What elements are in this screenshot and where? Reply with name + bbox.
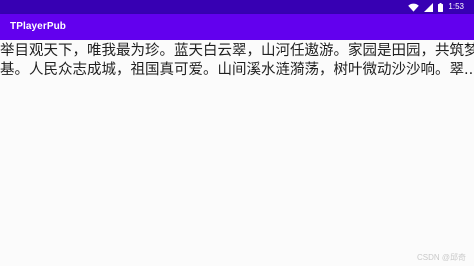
lyrics-line-1: 举目观天下，唯我最为珍。蓝天白云翠，山河任遨游。家园是田园，共筑梦想 [0,43,474,59]
status-time: 1:53 [448,2,464,11]
content-area: 举目观天下，唯我最为珍。蓝天白云翠，山河任遨游。家园是田园，共筑梦想 基。人民众志… [0,40,474,266]
watermark: CSDN @邱奇 [416,253,466,262]
lyrics-line-2: 基。人民众志成城，祖国真可爱。山间溪水涟漪荡，树叶微动沙沙响。翠... [0,62,474,78]
lyrics-text: 举目观天下，唯我最为珍。蓝天白云翠，山河任遨游。家园是田园，共筑梦想 基。人民众志… [0,40,474,80]
status-bar: 1:53 [0,0,474,14]
battery-icon [438,2,444,12]
app-bar: TPlayerPub [0,14,474,40]
signal-icon [424,2,434,12]
app-title: TPlayerPub [10,21,67,32]
status-icons: 1:53 [408,2,464,12]
wifi-icon [408,3,420,12]
